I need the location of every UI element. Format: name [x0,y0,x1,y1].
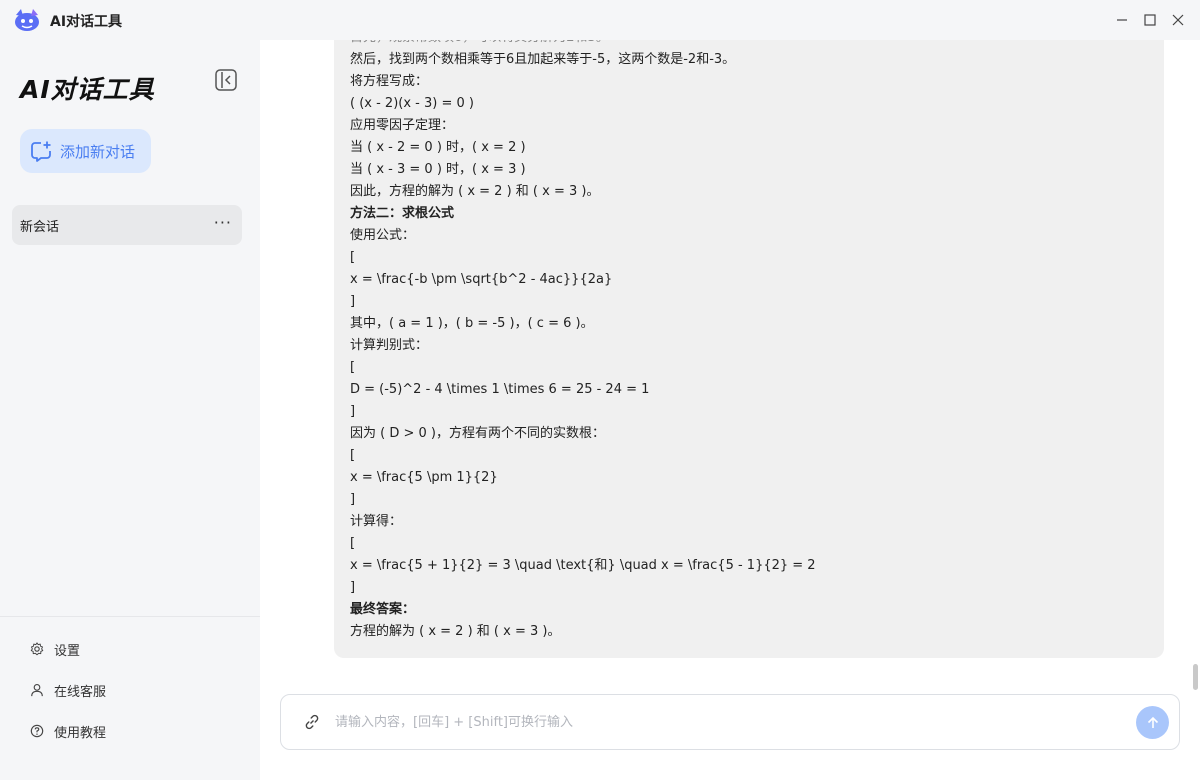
message-line: x = \frac{5 + 1}{2} = 3 \quad \text{和} \… [350,558,816,573]
message-line: 应用零因子定理： [350,118,455,133]
message-line: ] [350,404,356,419]
app-title: AI对话工具 [50,14,123,30]
send-button[interactable] [1136,706,1169,739]
attach-link-icon[interactable] [303,713,321,731]
collapse-sidebar-button[interactable] [214,68,238,92]
help-icon [30,724,44,738]
message-line: ( (x - 2)(x - 3) = 0 ) [350,96,474,111]
message-line: 将方程写成： [350,74,429,89]
tutorial-label: 使用教程 [54,725,107,741]
message-line: x = \frac{5 \pm 1}{2} [350,470,498,485]
app-logo-icon [15,9,39,31]
session-more-icon[interactable]: ··· [214,213,232,232]
message-line: ] [350,492,356,507]
message-line: 因为 ( D > 0 )，方程有两个不同的实数根： [350,426,605,441]
online-support-label: 在线客服 [54,684,107,700]
assistant-message-bubble: 首先，观察常数项6，可以将其分解为2和3。 然后，找到两个数相乘等于6且加起来等… [334,40,1164,658]
message-line: [ [350,360,356,375]
sidebar-brand: AI对话工具 [20,75,155,104]
arrow-up-icon [1147,716,1158,728]
message-line: [ [350,536,356,551]
minimize-icon [1117,19,1127,21]
message-line: 首先，观察常数项6，可以将其分解为2和3。 [350,40,1148,49]
scrollbar-thumb[interactable] [1193,664,1198,690]
message-heading: 最终答案： [350,602,416,617]
user-icon [31,684,43,697]
message-line: 方程的解为 ( x = 2 ) 和 ( x = 3 )。 [350,624,561,639]
message-line: 使用公式： [350,228,416,243]
message-line: [ [350,448,356,463]
message-line: x = \frac{-b \pm \sqrt{b^2 - 4ac}}{2a} [350,272,613,287]
add-new-chat-label: 添加新对话 [60,142,136,161]
session-item-label: 新会话 [20,219,60,235]
message-heading: 方法二：求根公式 [350,206,455,221]
settings-item[interactable]: 设置 [30,639,80,659]
sidebar-bottom-menu: 设置 在线客服 使用教程 [0,616,260,780]
title-bar: AI对话工具 [0,0,1200,40]
message-line: 当 ( x - 3 = 0 ) 时，( x = 3 ) [350,162,526,177]
session-item[interactable]: 新会话 ··· [12,205,242,245]
message-line: 因此，方程的解为 ( x = 2 ) 和 ( x = 3 )。 [350,184,600,199]
tutorial-item[interactable]: 使用教程 [30,721,106,741]
close-icon [1172,14,1184,26]
message-line: 当 ( x - 2 = 0 ) 时，( x = 2 ) [350,140,526,155]
chat-main: 首先，观察常数项6，可以将其分解为2和3。 然后，找到两个数相乘等于6且加起来等… [260,40,1200,780]
sidebar: AI对话工具 添加新对话 新会话 ··· 设置 在线客服 使用教程 [0,40,260,780]
settings-label: 设置 [54,643,81,659]
message-line: 其中，( a = 1 )，( b = -5 )，( c = 6 )。 [350,316,594,331]
message-line: D = (-5)^2 - 4 \times 1 \times 6 = 25 - … [350,382,650,397]
message-line: 计算判别式： [350,338,429,353]
message-line: [ [350,250,356,265]
collapse-sidebar-icon [215,69,237,91]
maximize-button[interactable] [1140,10,1160,30]
message-input[interactable] [335,711,1115,733]
message-line: 然后，找到两个数相乘等于6且加起来等于-5，这两个数是-2和-3。 [350,52,736,67]
add-new-chat-button[interactable]: 添加新对话 [20,129,151,173]
new-chat-icon [31,141,51,162]
message-line: ] [350,294,356,309]
gear-icon [30,642,44,656]
message-line: ] [350,580,356,595]
online-support-item[interactable]: 在线客服 [30,680,106,700]
message-line: 计算得： [350,514,403,529]
close-button[interactable] [1168,10,1188,30]
minimize-button[interactable] [1112,10,1132,30]
message-input-box [280,694,1180,750]
maximize-icon [1144,14,1156,26]
